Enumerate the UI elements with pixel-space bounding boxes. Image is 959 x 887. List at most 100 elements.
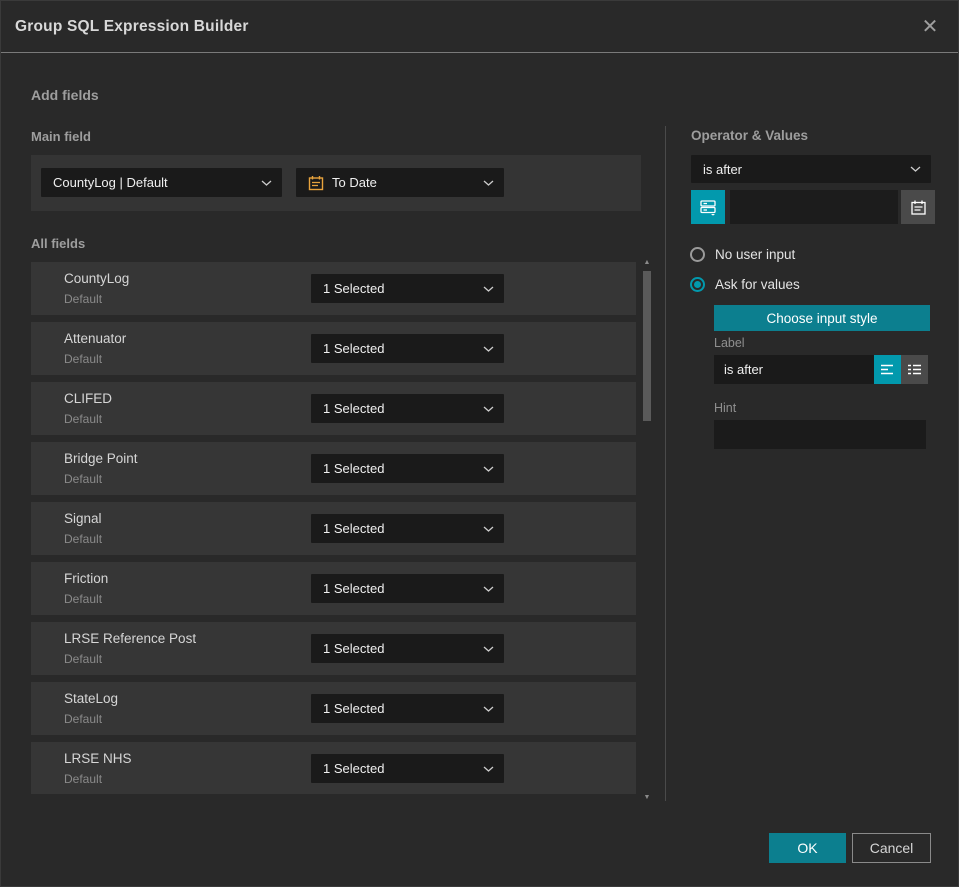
field-subtype: Default	[64, 772, 103, 786]
chevron-down-icon	[483, 466, 494, 472]
hint-caption: Hint	[714, 401, 737, 415]
date-type-select[interactable]: To Date	[296, 168, 504, 197]
field-subtype: Default	[64, 532, 103, 546]
field-row: LRSE Reference Post Default 1 Selected	[31, 622, 636, 675]
field-selected-dropdown[interactable]: 1 Selected	[311, 514, 504, 543]
field-name: Signal	[64, 511, 102, 526]
hint-input[interactable]	[714, 420, 926, 449]
field-selected-dropdown[interactable]: 1 Selected	[311, 334, 504, 363]
field-selected-value: 1 Selected	[323, 521, 385, 536]
main-field-select-value: CountyLog | Default	[53, 175, 168, 190]
close-icon[interactable]: ✕	[918, 15, 942, 39]
chevron-down-icon	[483, 180, 494, 186]
value-input[interactable]	[730, 190, 898, 224]
field-selected-value: 1 Selected	[323, 701, 385, 716]
operator-select[interactable]: is after	[691, 155, 931, 183]
fields-list-scrollbar: ▲ ▼	[641, 257, 653, 802]
radio-no-user-input-label: No user input	[715, 247, 796, 262]
chevron-down-icon	[483, 406, 494, 412]
add-fields-heading: Add fields	[31, 87, 99, 103]
chevron-down-icon	[483, 346, 494, 352]
field-row: CLIFED Default 1 Selected	[31, 382, 636, 435]
chevron-down-icon	[483, 706, 494, 712]
scrollbar-thumb[interactable]	[643, 271, 651, 421]
scrollbar-down-icon[interactable]: ▼	[641, 792, 653, 802]
field-selected-dropdown[interactable]: 1 Selected	[311, 454, 504, 483]
chevron-down-icon	[483, 286, 494, 292]
label-caption: Label	[714, 336, 745, 350]
main-field-select[interactable]: CountyLog | Default	[41, 168, 282, 197]
align-left-icon	[880, 363, 895, 376]
field-name: CountyLog	[64, 271, 130, 286]
field-row: Bridge Point Default 1 Selected	[31, 442, 636, 495]
field-selected-dropdown[interactable]: 1 Selected	[311, 394, 504, 423]
calendar-icon	[910, 199, 927, 216]
vertical-divider	[665, 126, 666, 801]
field-name: Attenuator	[64, 331, 127, 346]
chevron-down-icon	[261, 180, 272, 186]
chevron-down-icon	[910, 166, 921, 172]
single-line-style-button[interactable]	[874, 355, 901, 384]
radio-ask-for-values[interactable]: Ask for values	[690, 277, 800, 292]
field-name: LRSE NHS	[64, 751, 132, 766]
field-subtype: Default	[64, 592, 103, 606]
operator-select-value: is after	[703, 161, 743, 177]
field-selected-dropdown[interactable]: 1 Selected	[311, 274, 504, 303]
date-type-select-value: To Date	[332, 175, 377, 190]
field-row: LRSE NHS Default 1 Selected	[31, 742, 636, 794]
field-selected-value: 1 Selected	[323, 761, 385, 776]
field-subtype: Default	[64, 712, 103, 726]
field-subtype: Default	[64, 352, 103, 366]
cancel-button[interactable]: Cancel	[852, 833, 931, 863]
field-subtype: Default	[64, 412, 103, 426]
field-selected-dropdown[interactable]: 1 Selected	[311, 694, 504, 723]
calendar-icon	[308, 175, 324, 191]
list-icon	[907, 363, 922, 376]
all-fields-label: All fields	[31, 236, 86, 251]
operator-values-heading: Operator & Values	[691, 128, 809, 143]
field-name: Bridge Point	[64, 451, 138, 466]
radio-ask-for-values-label: Ask for values	[715, 277, 800, 292]
label-input[interactable]	[714, 355, 874, 384]
field-selected-value: 1 Selected	[323, 341, 385, 356]
ok-button[interactable]: OK	[769, 833, 846, 863]
field-name: CLIFED	[64, 391, 113, 406]
scrollbar-up-icon[interactable]: ▲	[641, 257, 653, 267]
field-row: StateLog Default 1 Selected	[31, 682, 636, 735]
field-selected-value: 1 Selected	[323, 641, 385, 656]
field-selected-dropdown[interactable]: 1 Selected	[311, 754, 504, 783]
calendar-picker-button[interactable]	[901, 190, 935, 224]
field-selected-value: 1 Selected	[323, 581, 385, 596]
field-selected-dropdown[interactable]: 1 Selected	[311, 634, 504, 663]
chevron-down-icon	[483, 586, 494, 592]
group-sql-expression-builder-dialog: Group SQL Expression Builder ✕ Add field…	[0, 0, 959, 887]
radio-unselected-icon	[690, 247, 705, 262]
field-subtype: Default	[64, 472, 103, 486]
field-row: Signal Default 1 Selected	[31, 502, 636, 555]
list-style-button[interactable]	[901, 355, 928, 384]
field-name: LRSE Reference Post	[64, 631, 197, 646]
field-row: Friction Default 1 Selected	[31, 562, 636, 615]
field-row: CountyLog Default 1 Selected	[31, 262, 636, 315]
field-selected-value: 1 Selected	[323, 401, 385, 416]
chevron-down-icon	[483, 526, 494, 532]
chevron-down-icon	[483, 646, 494, 652]
main-field-label: Main field	[31, 129, 91, 144]
field-row: Attenuator Default 1 Selected	[31, 322, 636, 375]
field-selected-value: 1 Selected	[323, 461, 385, 476]
radio-selected-icon	[690, 277, 705, 292]
radio-no-user-input[interactable]: No user input	[690, 247, 795, 262]
dialog-title: Group SQL Expression Builder	[15, 17, 249, 35]
dialog-titlebar: Group SQL Expression Builder ✕	[1, 1, 958, 53]
stacked-values-icon	[699, 198, 717, 216]
all-fields-list: CountyLog Default 1 Selected Attenuator …	[31, 262, 636, 794]
field-subtype: Default	[64, 652, 103, 666]
field-name: Friction	[64, 571, 109, 586]
set-from-values-button[interactable]	[691, 190, 725, 224]
field-subtype: Default	[64, 292, 103, 306]
field-selected-value: 1 Selected	[323, 281, 385, 296]
main-field-panel: CountyLog | Default To Date	[31, 155, 641, 211]
field-selected-dropdown[interactable]: 1 Selected	[311, 574, 504, 603]
choose-input-style-button[interactable]: Choose input style	[714, 305, 930, 331]
chevron-down-icon	[483, 766, 494, 772]
